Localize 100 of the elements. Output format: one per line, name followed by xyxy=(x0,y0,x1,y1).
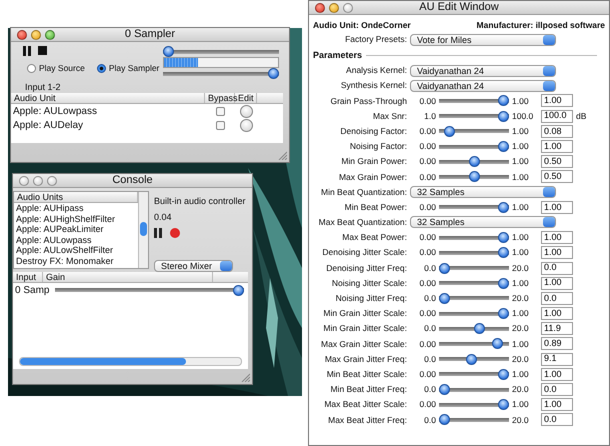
value-field[interactable]: 1.00 xyxy=(541,307,573,320)
slider-thumb[interactable] xyxy=(163,46,174,57)
value-field[interactable]: 1.00 xyxy=(541,200,573,214)
value-field[interactable]: 1.00 xyxy=(541,140,573,154)
slider-thumb[interactable] xyxy=(498,141,509,152)
column-header[interactable]: Audio Unit xyxy=(11,93,205,103)
zoom-button[interactable] xyxy=(47,176,57,186)
slider-thumb[interactable] xyxy=(492,338,502,350)
slider-thumb[interactable] xyxy=(498,247,509,258)
slider-thumb[interactable] xyxy=(439,262,450,274)
value-field[interactable]: 1.00 xyxy=(541,94,573,108)
window-title: 0 Sampler xyxy=(124,28,176,40)
zoom-button[interactable] xyxy=(45,30,55,40)
slider-thumb[interactable] xyxy=(468,156,480,168)
popup-button[interactable]: 32 Samples xyxy=(410,216,556,228)
list-item[interactable]: Apple: AULowpass xyxy=(14,234,138,246)
field-label: Denoising Factor: xyxy=(339,124,407,138)
list-item[interactable]: Destroy FX: Monomaker xyxy=(14,256,138,267)
checkbox[interactable] xyxy=(216,120,224,130)
column-header[interactable]: Gain xyxy=(43,272,213,282)
slider-thumb[interactable] xyxy=(474,323,486,334)
slider-thumb[interactable] xyxy=(466,354,477,365)
slider-thumb[interactable] xyxy=(468,171,480,182)
slider-thumb[interactable] xyxy=(498,368,509,380)
record-icon[interactable] xyxy=(170,228,180,238)
slider-thumb[interactable] xyxy=(498,232,509,244)
slider-thumb[interactable] xyxy=(439,384,450,396)
list-item[interactable]: Apple: AUHighShelfFilter xyxy=(14,214,138,224)
max-value: 1.00 xyxy=(512,124,530,138)
close-button[interactable] xyxy=(17,30,27,40)
value-field[interactable]: 0.89 xyxy=(541,337,573,350)
column-header[interactable]: Input xyxy=(13,272,43,282)
slider-thumb[interactable] xyxy=(498,308,509,320)
stepper-icon xyxy=(543,187,555,198)
value-field[interactable]: 0.0 xyxy=(541,262,573,275)
slider-thumb[interactable] xyxy=(233,284,244,296)
field-label: Max Grain Jitter Freq: xyxy=(324,352,407,366)
unit-label: dB xyxy=(576,110,588,123)
max-value: 1.00 xyxy=(512,170,530,184)
slider-thumb[interactable] xyxy=(268,68,279,79)
minimize-button[interactable] xyxy=(33,176,43,186)
max-value: 1.00 xyxy=(512,398,530,412)
value-field[interactable]: 100.0 xyxy=(541,110,573,123)
radio-button[interactable]: Play Sampler xyxy=(96,62,160,75)
popup-button[interactable]: 32 Samples xyxy=(410,186,556,198)
close-button[interactable] xyxy=(19,176,29,186)
slider-thumb[interactable] xyxy=(498,95,509,106)
stepper-icon xyxy=(543,217,555,228)
value-field[interactable]: 11.9 xyxy=(541,322,573,336)
slider-thumb[interactable] xyxy=(439,292,450,304)
slider-thumb[interactable] xyxy=(498,399,509,410)
list-item[interactable]: Apple: AUPeakLimiter xyxy=(14,224,138,235)
popup-button[interactable]: Vaidyanathan 24 xyxy=(410,64,556,77)
field-label: Min Beat Jitter Scale: xyxy=(326,368,407,381)
value-field[interactable]: 1.00 xyxy=(541,398,573,412)
edit-button[interactable] xyxy=(240,118,252,132)
value-field[interactable]: 0.0 xyxy=(541,413,573,426)
field-label: Min Beat Power: xyxy=(344,200,407,214)
min-value: 0.00 xyxy=(418,338,436,350)
value-field[interactable]: 0.08 xyxy=(541,124,573,138)
slider-thumb[interactable] xyxy=(444,126,455,137)
resize-grip-icon[interactable] xyxy=(241,373,250,382)
value-field[interactable]: 0.50 xyxy=(541,155,573,168)
slider-thumb[interactable] xyxy=(498,110,509,122)
pause-icon[interactable] xyxy=(23,46,31,56)
field-label: Min Grain Jitter Scale: xyxy=(322,322,407,336)
slider-thumb[interactable] xyxy=(439,414,450,426)
slider-track[interactable] xyxy=(163,68,279,79)
window-title: AU Edit Window xyxy=(419,1,499,14)
minimize-button[interactable] xyxy=(31,30,41,40)
value-field[interactable]: 1.00 xyxy=(541,231,573,244)
value-field[interactable]: 9.1 xyxy=(541,352,573,366)
value-field[interactable]: 1.00 xyxy=(541,368,573,381)
close-button[interactable] xyxy=(315,2,325,12)
popup-button[interactable]: Vaidyanathan 24 xyxy=(410,80,556,92)
value-field[interactable]: 0.0 xyxy=(541,383,573,396)
slider-thumb[interactable] xyxy=(498,278,509,289)
popup-button[interactable]: Stereo Mixer xyxy=(154,260,233,272)
scrollbar[interactable] xyxy=(138,192,148,268)
edit-button[interactable] xyxy=(240,104,252,118)
zoom-button[interactable] xyxy=(343,2,353,12)
list-item[interactable]: Apple: AULowShelfFilter xyxy=(14,245,138,256)
resize-grip-icon[interactable] xyxy=(278,151,287,160)
table-cell-text: 0 Samp xyxy=(14,284,50,298)
value-field[interactable]: 1.00 xyxy=(541,276,573,290)
minimize-button[interactable] xyxy=(329,2,339,12)
value-field[interactable]: 0.50 xyxy=(541,170,573,184)
pause-icon[interactable] xyxy=(154,228,162,238)
max-value: 1.00 xyxy=(512,94,530,108)
radio-button[interactable]: Play Source xyxy=(27,62,85,75)
scrollbar[interactable] xyxy=(19,357,242,366)
popup-button[interactable]: Vote for Miles xyxy=(410,34,556,46)
column-header[interactable]: Bypass xyxy=(205,93,235,103)
value-field[interactable]: 1.00 xyxy=(541,246,573,260)
checkbox[interactable] xyxy=(216,106,224,116)
min-value: 0.00 xyxy=(418,140,436,153)
list-item[interactable]: Apple: AUHipass xyxy=(14,203,138,214)
slider-thumb[interactable] xyxy=(498,202,509,213)
value-field[interactable]: 0.0 xyxy=(541,292,573,305)
stepper-icon xyxy=(220,261,232,271)
